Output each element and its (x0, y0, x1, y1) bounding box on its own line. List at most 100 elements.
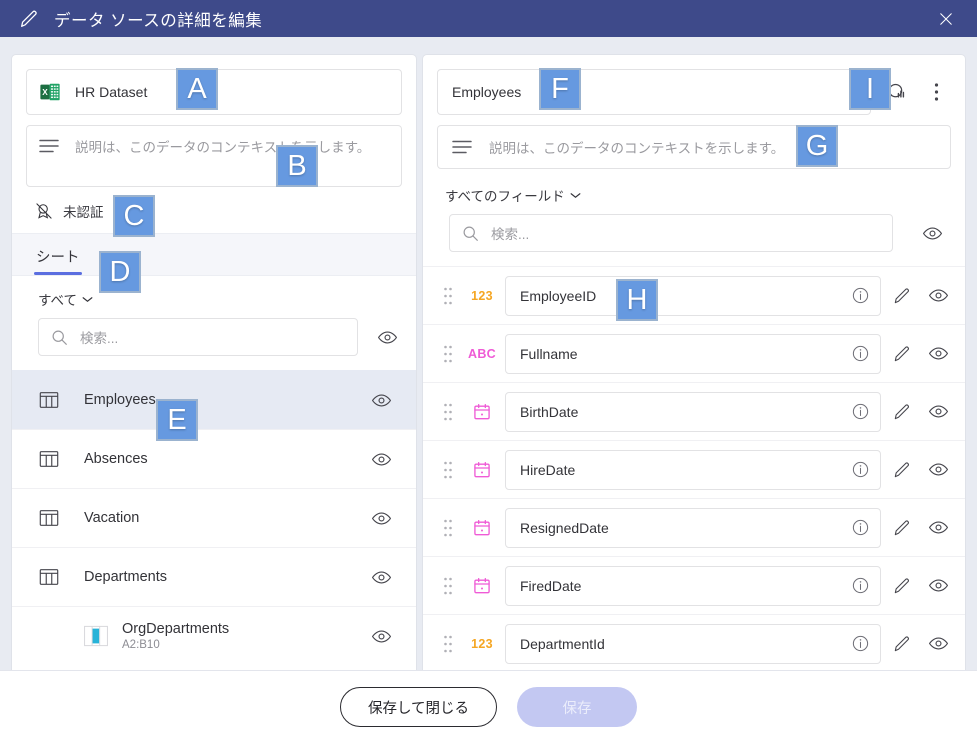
info-icon[interactable] (851, 460, 870, 479)
eye-icon[interactable] (923, 339, 953, 369)
sheets-search-input[interactable]: 検索... (38, 318, 358, 356)
table-row[interactable]: BirthDate (423, 382, 965, 440)
table-row[interactable]: HireDate (423, 440, 965, 498)
tab-sheets[interactable]: シート (34, 246, 94, 275)
eye-icon[interactable] (366, 444, 396, 474)
field-name-input[interactable]: BirthDate (505, 391, 881, 432)
drag-handle-icon[interactable] (437, 519, 459, 537)
drag-handle-icon[interactable] (437, 635, 459, 653)
edit-field-pencil-icon[interactable] (887, 513, 917, 543)
field-type-date-icon (459, 460, 505, 480)
edit-field-pencil-icon[interactable] (887, 629, 917, 659)
drag-handle-icon[interactable] (437, 287, 459, 305)
dialog-title: データ ソースの詳細を編集 (54, 11, 263, 30)
table-description-placeholder: 説明は、このデータのコンテキストを示します。 (489, 141, 785, 156)
field-type-number-icon: 123 (471, 288, 493, 303)
fields-list: 123 EmployeeID ABC Fullname BirthDate Hi… (423, 266, 965, 672)
eye-icon[interactable] (366, 621, 396, 651)
field-name-input[interactable]: Fullname (505, 333, 881, 374)
edit-field-pencil-icon[interactable] (887, 281, 917, 311)
list-item[interactable]: Employees (12, 370, 416, 429)
field-name-value: Fullname (520, 345, 578, 362)
sheets-tabs: シート (12, 233, 416, 276)
edit-field-pencil-icon[interactable] (887, 455, 917, 485)
eye-icon[interactable] (366, 503, 396, 533)
info-icon[interactable] (851, 634, 870, 653)
more-vertical-icon[interactable] (921, 77, 951, 107)
fields-search-input[interactable]: 検索... (449, 214, 893, 252)
datasource-name-input[interactable]: X HR Dataset (26, 69, 402, 115)
eye-icon[interactable] (366, 385, 396, 415)
datasource-panel: X HR Dataset 説明は、このデータのコンテキストを示します。 未認証 … (12, 55, 416, 685)
list-item[interactable]: Absences (12, 429, 416, 488)
field-name-input[interactable]: ResignedDate (505, 507, 881, 548)
eye-icon[interactable] (923, 281, 953, 311)
fields-search-placeholder: 検索... (491, 227, 530, 242)
field-name-value: ResignedDate (520, 519, 609, 536)
dialog-title-bar: データ ソースの詳細を編集 (0, 0, 977, 37)
sheets-search-row: 検索... (12, 318, 416, 370)
close-icon[interactable] (931, 4, 961, 34)
info-icon[interactable] (851, 402, 870, 421)
table-icon (38, 507, 60, 529)
sheets-filter-dropdown[interactable]: すべて (12, 276, 416, 318)
search-icon (462, 225, 479, 242)
field-name-value: FiredDate (520, 577, 582, 594)
list-item-label: Departments (84, 569, 168, 585)
drag-handle-icon[interactable] (437, 577, 459, 595)
search-chart-icon[interactable] (881, 77, 911, 107)
dialog-footer: 保存して閉じる 保存 (0, 670, 977, 743)
table-icon (38, 448, 60, 470)
description-lines-icon (452, 139, 472, 155)
eye-icon[interactable] (923, 513, 953, 543)
pencil-icon (18, 8, 40, 30)
table-name-input[interactable]: Employees (437, 69, 871, 115)
svg-text:X: X (42, 88, 48, 97)
fields-filter-dropdown[interactable]: すべてのフィールド (423, 169, 965, 214)
dialog-body: X HR Dataset 説明は、このデータのコンテキストを示します。 未認証 … (0, 37, 977, 743)
drag-handle-icon[interactable] (437, 461, 459, 479)
info-icon[interactable] (851, 518, 870, 537)
fields-search-row: 検索... (423, 214, 965, 266)
table-row[interactable]: 123 DepartmentId (423, 614, 965, 672)
drag-handle-icon[interactable] (437, 345, 459, 363)
list-item[interactable]: Vacation (12, 488, 416, 547)
sheets-list: Employees Absences Vacation Departments … (12, 370, 416, 665)
field-name-input[interactable]: HireDate (505, 449, 881, 490)
info-icon[interactable] (851, 344, 870, 363)
eye-icon[interactable] (923, 629, 953, 659)
table-row[interactable]: 123 EmployeeID (423, 266, 965, 324)
field-name-input[interactable]: EmployeeID (505, 275, 881, 316)
eye-icon[interactable] (366, 562, 396, 592)
eye-icon[interactable] (923, 571, 953, 601)
drag-handle-icon[interactable] (437, 403, 459, 421)
field-name-input[interactable]: DepartmentId (505, 623, 881, 664)
edit-field-pencil-icon[interactable] (887, 397, 917, 427)
eye-icon[interactable] (923, 455, 953, 485)
table-row[interactable]: ABC Fullname (423, 324, 965, 382)
save-and-close-button[interactable]: 保存して閉じる (340, 687, 497, 727)
info-icon[interactable] (851, 286, 870, 305)
field-name-value: EmployeeID (520, 287, 597, 304)
list-item-label: Vacation (84, 510, 140, 526)
table-description-input[interactable]: 説明は、このデータのコンテキストを示します。 (437, 125, 951, 169)
table-row[interactable]: ResignedDate (423, 498, 965, 556)
sheets-filter-label: すべて (38, 293, 78, 308)
edit-field-pencil-icon[interactable] (887, 339, 917, 369)
panels-container: X HR Dataset 説明は、このデータのコンテキストを示します。 未認証 … (0, 37, 977, 685)
fields-visibility-toggle[interactable] (917, 218, 947, 248)
list-item[interactable]: Departments (12, 547, 416, 606)
table-row[interactable]: FiredDate (423, 556, 965, 614)
field-name-value: DepartmentId (520, 635, 605, 652)
datasource-description-input[interactable]: 説明は、このデータのコンテキストを示します。 (26, 125, 402, 187)
fields-filter-label: すべてのフィールド (445, 189, 565, 204)
sheets-visibility-toggle[interactable] (372, 322, 402, 352)
list-item[interactable]: OrgDepartments A2:B10 (12, 606, 416, 665)
eye-icon[interactable] (923, 397, 953, 427)
edit-field-pencil-icon[interactable] (887, 571, 917, 601)
info-icon[interactable] (851, 576, 870, 595)
excel-icon: X (39, 81, 61, 103)
description-lines-icon (39, 138, 59, 154)
certification-dropdown[interactable]: 未認証 (12, 187, 416, 233)
field-name-input[interactable]: FiredDate (505, 565, 881, 606)
